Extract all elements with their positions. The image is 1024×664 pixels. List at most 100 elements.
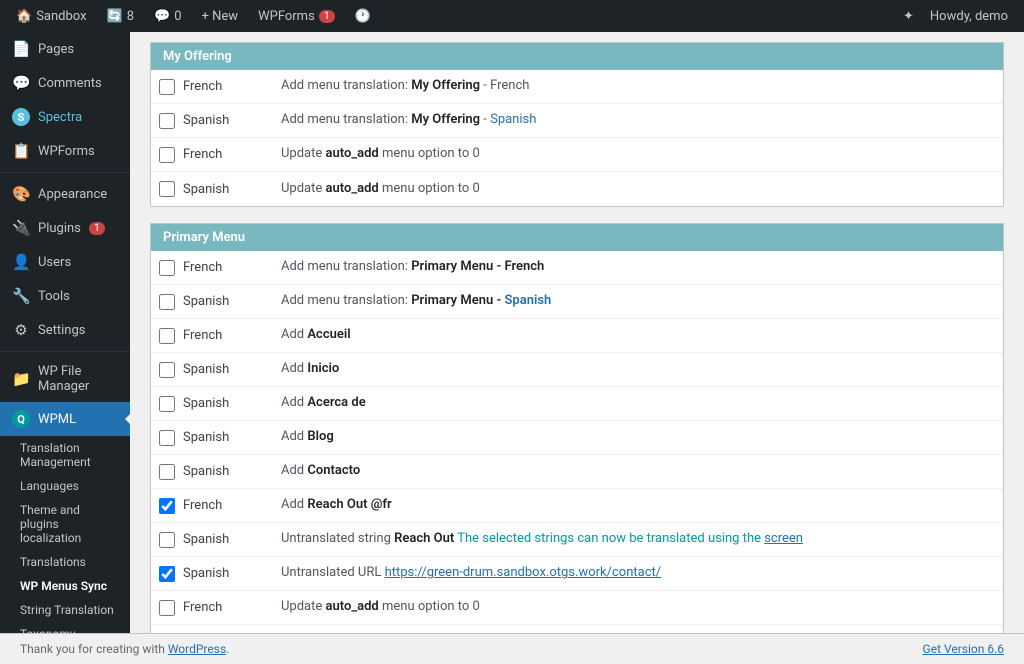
wpforms-button[interactable]: WPForms 1 <box>250 0 343 32</box>
new-label: + New <box>202 9 239 24</box>
table-row: Spanish Update auto_add menu option to 0 <box>151 172 1003 206</box>
section-header-primary-menu: Primary Menu <box>151 224 1003 251</box>
sidebar-item-users[interactable]: 👤 Users <box>0 245 130 279</box>
comments-icon: 💬 <box>154 9 170 24</box>
row-checkbox[interactable] <box>159 600 175 616</box>
row-description: Untranslated URL https://green-drum.sand… <box>281 564 995 582</box>
row-description: Add Inicio <box>281 360 995 378</box>
row-language: Spanish <box>183 396 273 411</box>
wordpress-link[interactable]: WordPress <box>168 642 226 656</box>
submenu-label-translation-management: Translation Management <box>20 441 118 469</box>
row-description: Update auto_add menu option to 0 <box>281 598 995 616</box>
submenu-translations[interactable]: Translations <box>0 550 130 574</box>
row-checkbox[interactable] <box>159 532 175 548</box>
sidebar-item-appearance[interactable]: 🎨 Appearance <box>0 177 130 211</box>
sidebar-label-comments: Comments <box>38 76 102 91</box>
submenu-translation-management[interactable]: Translation Management <box>0 436 130 474</box>
settings-icon: ⚙ <box>12 321 30 339</box>
row-language: French <box>183 260 273 275</box>
submenu-theme-plugins[interactable]: Theme and plugins localization <box>0 498 130 550</box>
sidebar-item-tools[interactable]: 🔧 Tools <box>0 279 130 313</box>
sidebar-label-pages: Pages <box>38 42 74 57</box>
row-checkbox[interactable] <box>159 328 175 344</box>
new-button[interactable]: + New <box>194 0 247 32</box>
row-description: Add menu translation: Primary Menu - Spa… <box>281 292 995 310</box>
submenu-taxonomy-translation[interactable]: Taxonomy translation <box>0 622 130 633</box>
updates-button[interactable]: 🔄 8 <box>99 0 143 32</box>
table-row: Spanish Untranslated URL https://green-d… <box>151 557 1003 591</box>
row-checkbox[interactable] <box>159 113 175 129</box>
submenu-languages[interactable]: Languages <box>0 474 130 498</box>
submenu-label-translations: Translations <box>20 555 86 569</box>
clock-button[interactable]: 🕐 <box>347 0 379 32</box>
users-icon: 👤 <box>12 253 30 271</box>
row-checkbox[interactable] <box>159 498 175 514</box>
sidebar-item-wpforms[interactable]: 📋 WPForms <box>0 134 130 168</box>
row-checkbox[interactable] <box>159 396 175 412</box>
section-header-my-offering: My Offering <box>151 43 1003 70</box>
table-row: French Add Reach Out @fr <box>151 489 1003 523</box>
row-language: Spanish <box>183 430 273 445</box>
footer-text-before: Thank you for creating with <box>20 642 168 656</box>
sidebar-item-wpml[interactable]: Q WPML <box>0 402 130 436</box>
table-row: Spanish Add menu translation: Primary Me… <box>151 285 1003 319</box>
row-checkbox[interactable] <box>159 294 175 310</box>
screen-link[interactable]: screen <box>764 531 803 546</box>
row-checkbox[interactable] <box>159 147 175 163</box>
comments-count: 0 <box>174 9 181 24</box>
row-description: Add menu translation: Primary Menu - Fre… <box>281 258 995 276</box>
filemanager-icon: 📁 <box>12 370 30 388</box>
row-checkbox[interactable] <box>159 430 175 446</box>
plugins-badge: 1 <box>89 222 105 235</box>
row-checkbox[interactable] <box>159 362 175 378</box>
get-version-link[interactable]: Get Version 6.6 <box>923 642 1004 656</box>
updates-icon: 🔄 <box>107 9 123 24</box>
table-row: Spanish Add Inicio <box>151 353 1003 387</box>
row-description: Add Blog <box>281 428 995 446</box>
row-description: Update auto_add menu option to 0 <box>281 145 995 163</box>
submenu-wp-menus-sync[interactable]: WP Menus Sync <box>0 574 130 598</box>
row-checkbox[interactable] <box>159 464 175 480</box>
home-icon: 🏠 <box>16 9 32 24</box>
table-row: French Add Accueil <box>151 319 1003 353</box>
submenu-string-translation[interactable]: String Translation <box>0 598 130 622</box>
row-checkbox[interactable] <box>159 79 175 95</box>
sidebar-label-tools: Tools <box>38 289 70 304</box>
wpforms-badge: 1 <box>319 10 335 23</box>
site-icon[interactable]: 🏠 Sandbox <box>8 0 95 32</box>
row-description: Add Acerca de <box>281 394 995 412</box>
row-checkbox[interactable] <box>159 260 175 276</box>
row-description: Add Reach Out @fr <box>281 496 995 514</box>
main-content: My Offering French Add menu translation:… <box>130 32 1024 633</box>
howdy-button[interactable]: Howdy, demo <box>922 0 1016 32</box>
row-language: Spanish <box>183 532 273 547</box>
row-checkbox[interactable] <box>159 181 175 197</box>
sidebar-item-settings[interactable]: ⚙ Settings <box>0 313 130 347</box>
sidebar-item-pages[interactable]: 📄 Pages <box>0 32 130 66</box>
sidebar-label-users: Users <box>38 255 71 270</box>
ai-button[interactable]: ✦ <box>895 0 922 32</box>
table-row: Spanish Add Acerca de <box>151 387 1003 421</box>
sidebar-item-wpfilemanager[interactable]: 📁 WP File Manager <box>0 356 130 402</box>
sidebar-item-spectra[interactable]: S Spectra <box>0 100 130 134</box>
content-wrap: My Offering French Add menu translation:… <box>130 32 1024 633</box>
row-language: French <box>183 147 273 162</box>
plugins-icon: 🔌 <box>12 219 30 237</box>
table-row: French Update auto_add menu option to 0 <box>151 138 1003 172</box>
submenu-label-wp-menus-sync: WP Menus Sync <box>20 579 107 593</box>
row-description: Untranslated string Reach Out The select… <box>281 530 995 548</box>
sidebar-item-plugins[interactable]: 🔌 Plugins 1 <box>0 211 130 245</box>
sidebar: 📄 Pages 💬 Comments S Spectra 📋 WPForms 🎨… <box>0 32 130 633</box>
row-language: French <box>183 498 273 513</box>
section-my-offering: My Offering French Add menu translation:… <box>150 42 1004 207</box>
sidebar-item-comments[interactable]: 💬 Comments <box>0 66 130 100</box>
sidebar-label-wpfilemanager: WP File Manager <box>38 364 118 394</box>
table-row: French Update auto_add menu option to 0 <box>151 591 1003 625</box>
comments-button[interactable]: 💬 0 <box>146 0 190 32</box>
sidebar-label-plugins: Plugins <box>38 221 81 236</box>
table-row: Spanish Update auto_add menu option to 0 <box>151 625 1003 633</box>
row-description: Update auto_add menu option to 0 <box>281 180 995 198</box>
row-checkbox[interactable] <box>159 566 175 582</box>
url-link[interactable]: https://green-drum.sandbox.otgs.work/con… <box>385 565 662 580</box>
row-language: Spanish <box>183 113 273 128</box>
